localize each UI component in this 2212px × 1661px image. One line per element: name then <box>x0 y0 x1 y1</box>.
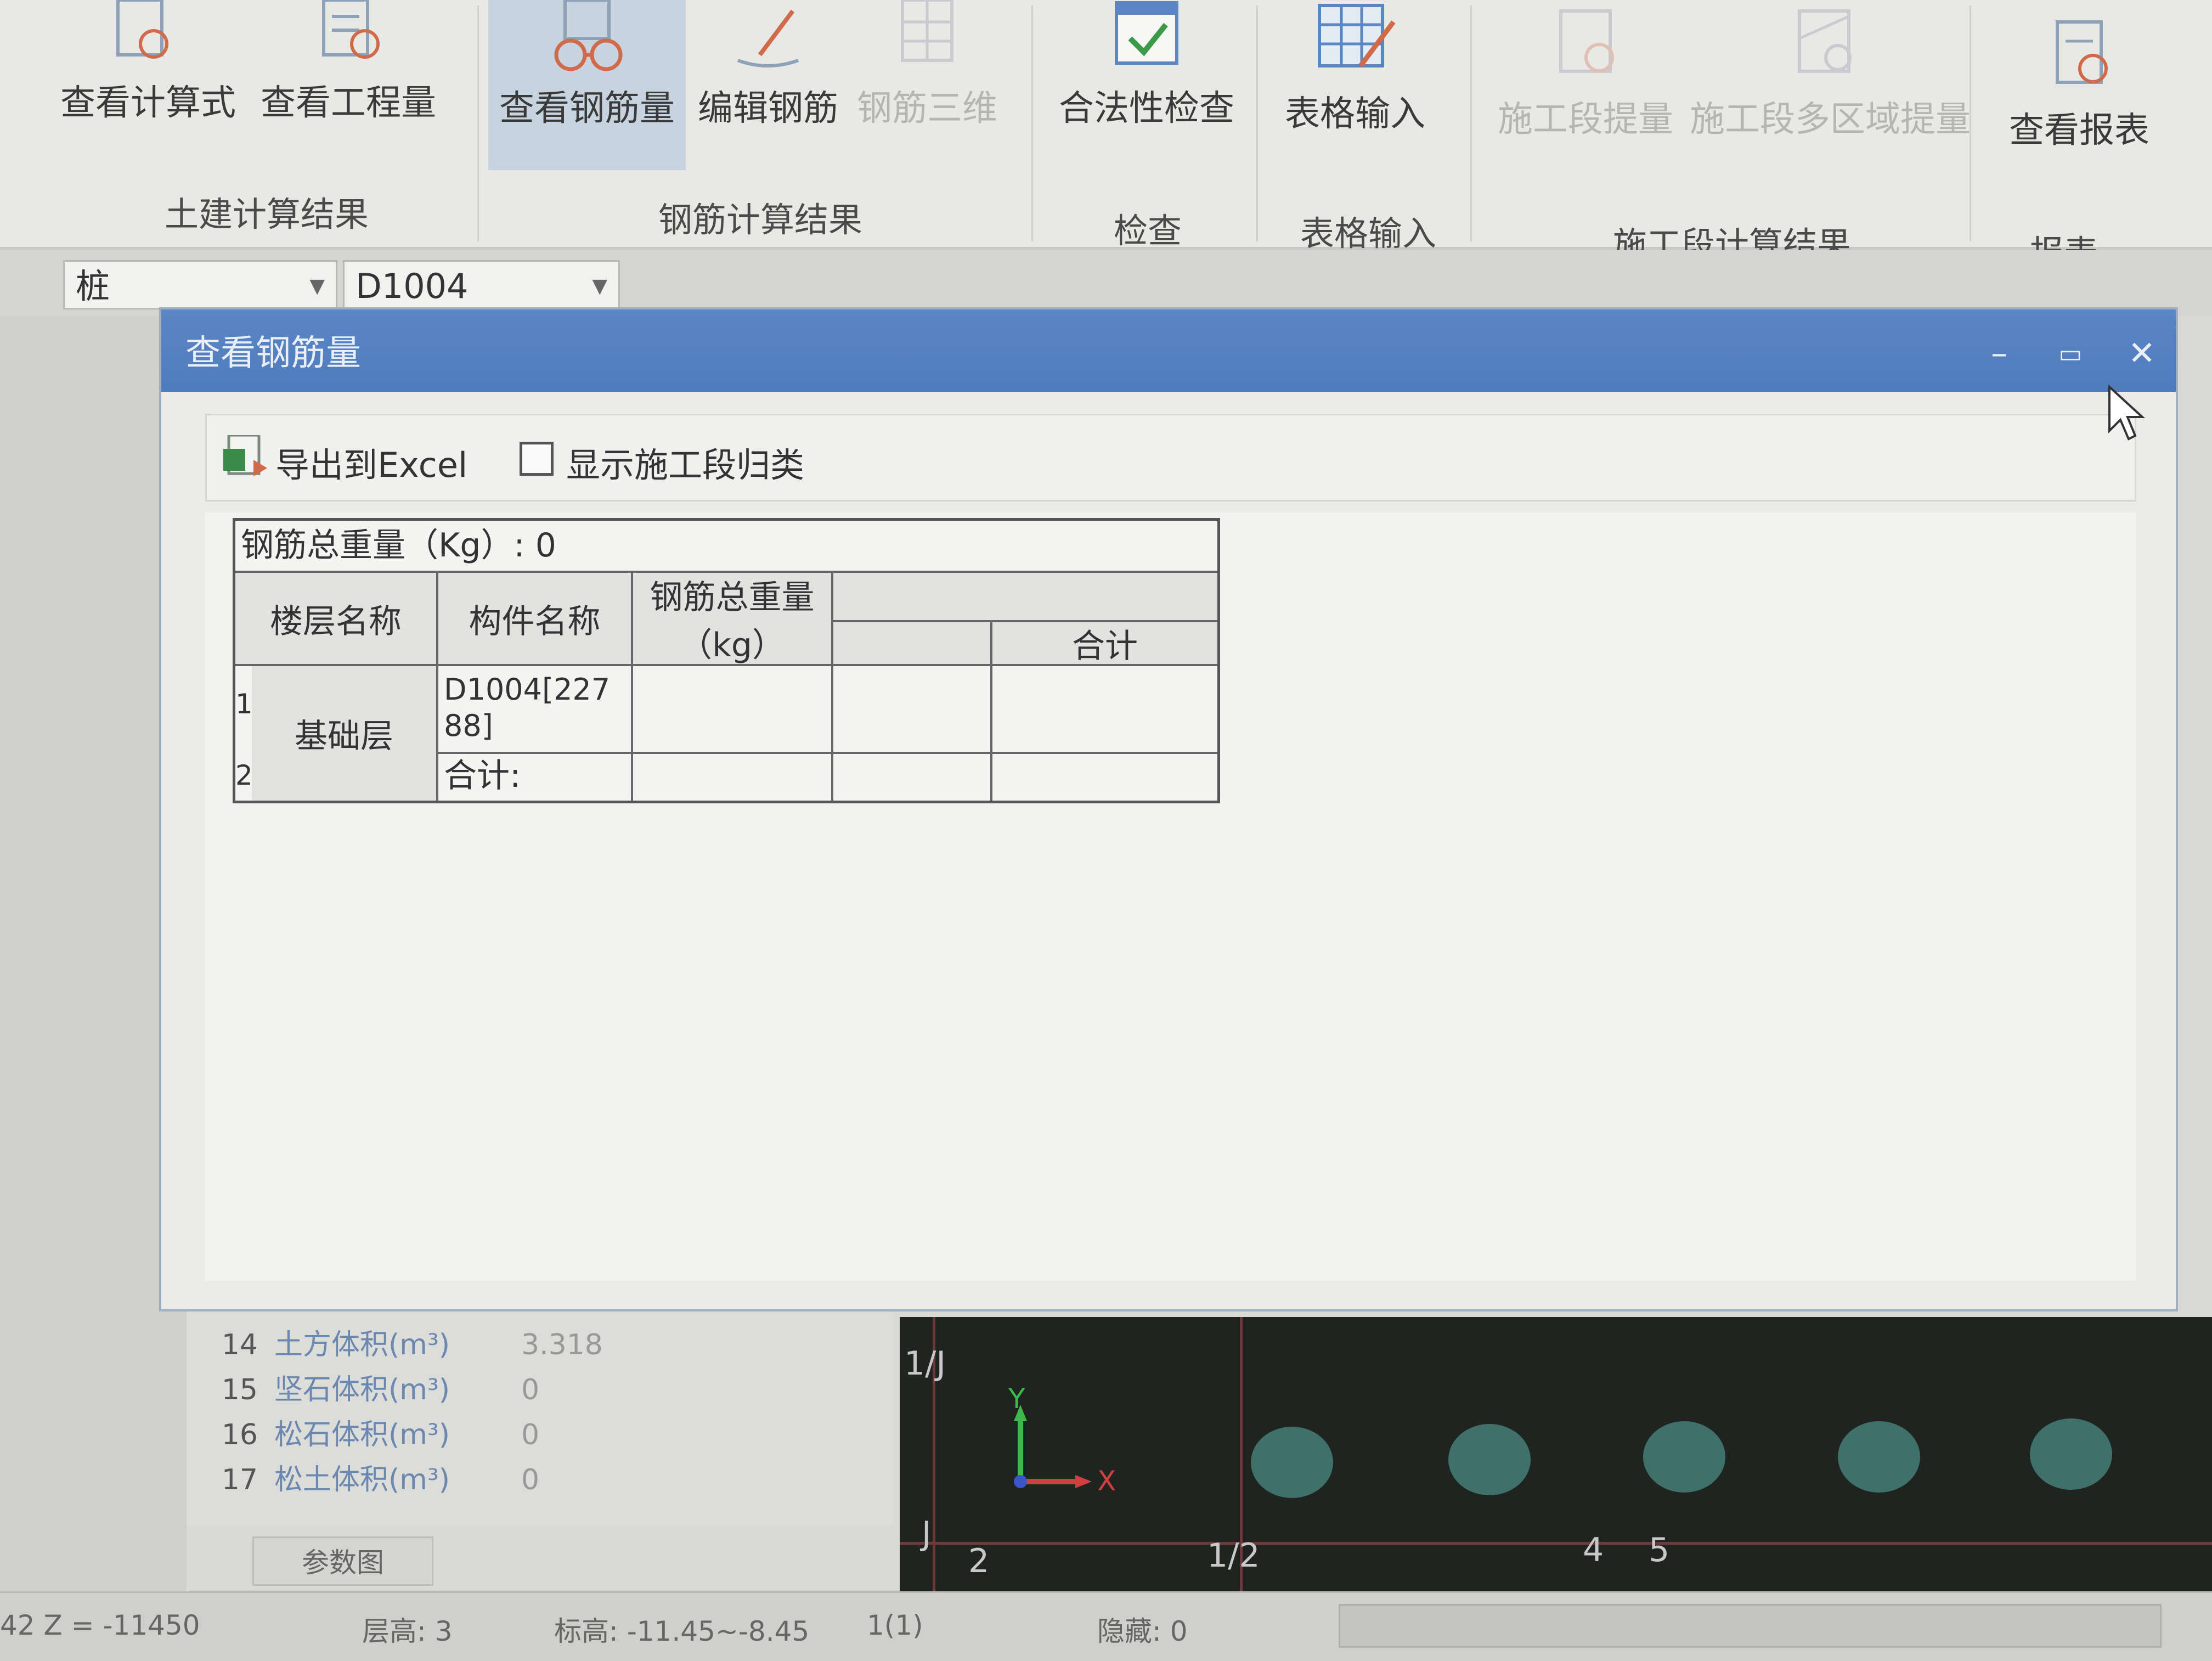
stage-multi-area-button[interactable]: 施工段多区域提量 <box>1690 5 1971 142</box>
pile-marker[interactable] <box>1838 1421 1920 1493</box>
chevron-down-icon: ▼ <box>592 275 607 297</box>
group-separator <box>477 5 479 241</box>
rebar-quantity-dialog: 查看钢筋量 – ▭ ✕ 导出到Excel 显示施工段归类 钢筋总重量（Kg）: … <box>159 307 2178 1311</box>
minimize-icon[interactable]: – <box>1983 337 2016 370</box>
grid-line <box>900 1542 2212 1545</box>
weight-cell[interactable] <box>633 666 833 754</box>
edit-pen-icon <box>737 9 799 67</box>
component-name-cell[interactable]: D1004[22788] <box>438 666 633 754</box>
data-cell[interactable] <box>833 666 992 754</box>
view-formula-button[interactable]: 查看计算式 <box>60 0 236 125</box>
left-side-panel <box>0 316 187 1600</box>
group-label-check: 检查 <box>1114 211 1182 251</box>
export-excel-button[interactable]: 导出到Excel <box>275 437 467 487</box>
axis-label: 2 <box>968 1542 990 1580</box>
floor-name-cell[interactable]: 基础层 <box>252 666 438 801</box>
view-report-button[interactable]: 查看报表 <box>1997 16 2162 153</box>
show-stage-checkbox[interactable] <box>520 442 554 476</box>
mouse-cursor-icon <box>2108 384 2146 441</box>
axis-label: 1/2 <box>1207 1536 1260 1575</box>
legality-check-button[interactable]: 合法性检查 <box>1042 0 1251 131</box>
coordinate-readout: 42 Z = -11450 <box>0 1609 200 1641</box>
view-rebar-quantity-button[interactable]: 查看钢筋量 <box>488 0 686 170</box>
pile-marker[interactable] <box>2030 1418 2112 1490</box>
row-number: 2 <box>235 759 253 791</box>
pile-marker[interactable] <box>1251 1427 1333 1498</box>
report-magnifier-icon <box>2056 20 2108 84</box>
quantity-magnifier-icon <box>322 0 380 59</box>
y-axis-label: Y <box>1008 1383 1025 1415</box>
row-number: 1 <box>235 688 253 720</box>
param-diagram-tab[interactable]: 参数图 <box>252 1536 433 1586</box>
dialog-toolbar: 导出到Excel 显示施工段归类 <box>205 414 2136 502</box>
show-stage-label: 显示施工段归类 <box>566 445 805 485</box>
status-bar: 42 Z = -11450 层高: 3 标高: -11.45~-8.45 1(1… <box>0 1591 2212 1661</box>
category-combobox[interactable]: 桩 ▼ <box>63 260 337 309</box>
subtotal-weight-cell <box>633 754 833 801</box>
property-grid: 14 土方体积(m³) 3.318 15 坚石体积(m³) 0 16 松石体积(… <box>187 1306 894 1525</box>
header-sum: 合计 <box>992 622 1217 666</box>
chevron-down-icon: ▼ <box>309 275 325 297</box>
cad-viewport[interactable]: 1/J J 2 1/2 4 5 Y X <box>900 1317 2212 1591</box>
hidden-count: 隐藏: 0 <box>1097 1615 1188 1647</box>
group-separator <box>1031 5 1033 241</box>
snap-toolbar[interactable] <box>1339 1604 2162 1648</box>
pile-marker[interactable] <box>1643 1421 1725 1493</box>
group-label-rebar: 钢筋计算结果 <box>658 200 863 240</box>
maximize-icon[interactable]: ▭ <box>2054 337 2087 370</box>
header-floor-name: 楼层名称 <box>235 573 438 666</box>
subtotal-data-cell <box>833 754 992 801</box>
close-icon[interactable]: ✕ <box>2125 337 2158 370</box>
property-row[interactable]: 14 土方体积(m³) 3.318 <box>187 1322 894 1367</box>
header-total-weight: 钢筋总重量（kg） <box>633 573 833 666</box>
element-combobox[interactable]: D1004 ▼ <box>343 260 620 309</box>
selection-count: 1(1) <box>867 1609 923 1641</box>
property-row[interactable]: 16 松石体积(m³) 0 <box>187 1412 894 1457</box>
pile-marker[interactable] <box>1448 1424 1531 1495</box>
axis-label: 5 <box>1649 1531 1670 1569</box>
stage-quantity-icon <box>1559 9 1614 73</box>
dialog-title-bar[interactable]: 查看钢筋量 – ▭ ✕ <box>161 309 2176 392</box>
group-separator <box>1970 5 1971 241</box>
rebar-3d-button[interactable]: 钢筋三维 <box>856 0 998 131</box>
edit-rebar-button[interactable]: 编辑钢筋 <box>697 0 839 131</box>
header-subcol-empty <box>833 622 992 666</box>
table-input-button[interactable]: 表格输入 <box>1267 0 1443 136</box>
check-icon <box>1115 1 1178 65</box>
table-pen-icon <box>1318 4 1396 67</box>
total-weight-label: 钢筋总重量（Kg）: 0 <box>235 521 1217 573</box>
group-separator <box>1470 5 1472 241</box>
rebar-3d-icon <box>901 0 953 62</box>
x-axis-label: X <box>1097 1465 1116 1497</box>
excel-export-icon <box>223 435 267 476</box>
ribbon: 查看计算式 查看工程量 土建计算结果 查看钢筋量 编辑钢筋 钢筋三维 钢筋计算结… <box>0 0 2212 273</box>
property-row[interactable]: 17 松土体积(m³) 0 <box>187 1457 894 1502</box>
subtotal-label-cell: 合计: <box>438 754 633 801</box>
view-quantity-button[interactable]: 查看工程量 <box>258 0 439 125</box>
rebar-glasses-icon <box>554 0 623 71</box>
axis-label: 4 <box>1583 1531 1604 1569</box>
group-label-civil: 土建计算结果 <box>165 194 369 234</box>
sum-cell[interactable] <box>992 666 1217 754</box>
element-selector-bar: 桩 ▼ D1004 ▼ <box>0 250 2212 316</box>
elevation: 标高: -11.45~-8.45 <box>554 1615 810 1647</box>
axis-label: J <box>922 1514 932 1553</box>
subtotal-sum-cell <box>992 754 1217 801</box>
header-component-name: 构件名称 <box>438 573 633 666</box>
formula-magnifier-icon <box>116 0 168 59</box>
stage-quantity-button[interactable]: 施工段提量 <box>1492 5 1679 142</box>
rebar-table: 钢筋总重量（Kg）: 0 楼层名称 构件名称 钢筋总重量（kg） 合计 1 2 … <box>233 518 1220 803</box>
axis-label: 1/J <box>904 1344 946 1383</box>
floor-height: 层高: 3 <box>362 1615 453 1647</box>
header-group-empty <box>833 573 1217 622</box>
dialog-title: 查看钢筋量 <box>185 333 361 374</box>
property-row[interactable]: 15 坚石体积(m³) 0 <box>187 1367 894 1412</box>
group-separator <box>1256 5 1258 241</box>
stage-multi-area-icon <box>1798 9 1852 73</box>
group-label-table: 表格输入 <box>1300 213 1437 254</box>
